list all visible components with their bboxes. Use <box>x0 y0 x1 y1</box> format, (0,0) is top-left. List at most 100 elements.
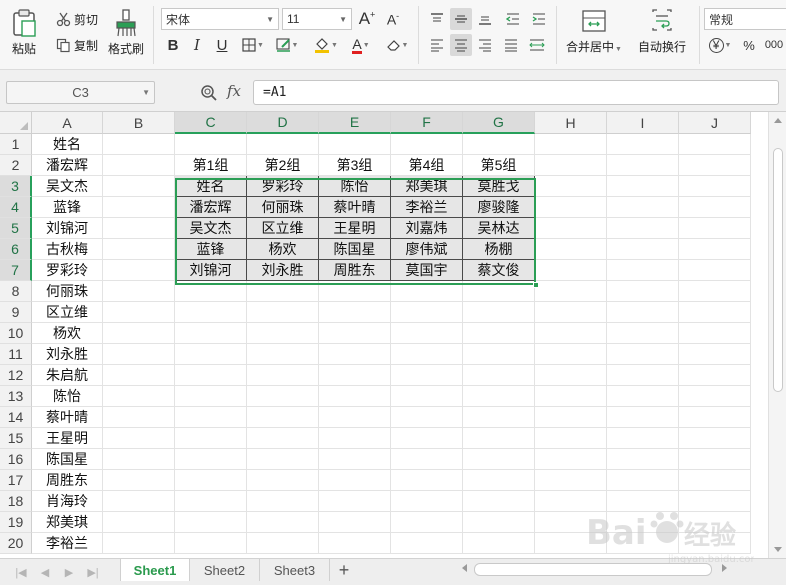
cell-i10[interactable] <box>607 323 679 344</box>
cell-f10[interactable] <box>391 323 463 344</box>
cell-j12[interactable] <box>679 365 751 386</box>
cell-j9[interactable] <box>679 302 751 323</box>
row-header-6[interactable]: 6 <box>0 239 32 260</box>
cell-g15[interactable] <box>463 428 535 449</box>
cell-i9[interactable] <box>607 302 679 323</box>
cell-c11[interactable] <box>175 344 247 365</box>
cell-b10[interactable] <box>103 323 175 344</box>
cell-d15[interactable] <box>247 428 319 449</box>
select-all-corner[interactable] <box>0 112 32 134</box>
cell-h19[interactable] <box>535 512 607 533</box>
cell-a20[interactable]: 李裕兰 <box>32 533 103 554</box>
cell-g18[interactable] <box>463 491 535 512</box>
cell-f16[interactable] <box>391 449 463 470</box>
cell-h9[interactable] <box>535 302 607 323</box>
align-top-button[interactable] <box>426 8 448 30</box>
cell-i14[interactable] <box>607 407 679 428</box>
row-header-14[interactable]: 14 <box>0 407 32 428</box>
cut-button[interactable]: 剪切 <box>56 11 98 28</box>
insert-function-button[interactable]: fx <box>227 82 241 100</box>
cell-j7[interactable] <box>679 260 751 281</box>
row-header-4[interactable]: 4 <box>0 197 32 218</box>
row-header-17[interactable]: 17 <box>0 470 32 491</box>
cell-a16[interactable]: 陈国星 <box>32 449 103 470</box>
next-sheet-icon[interactable]: ▶ <box>62 565 76 579</box>
cell-b20[interactable] <box>103 533 175 554</box>
scroll-right-arrow-icon[interactable] <box>722 564 727 572</box>
cell-b12[interactable] <box>103 365 175 386</box>
cell-c14[interactable] <box>175 407 247 428</box>
cell-d5[interactable]: 区立维 <box>247 218 319 239</box>
cell-a17[interactable]: 周胜东 <box>32 470 103 491</box>
cell-a18[interactable]: 肖海玲 <box>32 491 103 512</box>
cell-c16[interactable] <box>175 449 247 470</box>
cell-b8[interactable] <box>103 281 175 302</box>
increase-indent-button[interactable] <box>528 8 550 30</box>
cell-e3[interactable]: 陈怡 <box>319 176 391 197</box>
row-header-13[interactable]: 13 <box>0 386 32 407</box>
cell-f20[interactable] <box>391 533 463 554</box>
cell-j10[interactable] <box>679 323 751 344</box>
cell-f4[interactable]: 李裕兰 <box>391 197 463 218</box>
cell-i3[interactable] <box>607 176 679 197</box>
cell-g2[interactable]: 第5组 <box>463 155 535 176</box>
cell-g3[interactable]: 莫胜戈 <box>463 176 535 197</box>
row-header-5[interactable]: 5 <box>0 218 32 239</box>
cell-e9[interactable] <box>319 302 391 323</box>
cell-d4[interactable]: 何丽珠 <box>247 197 319 218</box>
font-name-select[interactable]: 宋体 ▼ <box>161 8 279 30</box>
cell-e16[interactable] <box>319 449 391 470</box>
cell-c3[interactable]: 姓名 <box>175 176 247 197</box>
row-header-10[interactable]: 10 <box>0 323 32 344</box>
column-header-f[interactable]: F <box>391 112 463 134</box>
cell-g13[interactable] <box>463 386 535 407</box>
cell-h8[interactable] <box>535 281 607 302</box>
cell-f12[interactable] <box>391 365 463 386</box>
row-header-8[interactable]: 8 <box>0 281 32 302</box>
decrease-indent-button[interactable] <box>502 8 524 30</box>
cell-c9[interactable] <box>175 302 247 323</box>
cell-d11[interactable] <box>247 344 319 365</box>
scroll-left-arrow-icon[interactable] <box>462 564 467 572</box>
cell-c17[interactable] <box>175 470 247 491</box>
cell-g10[interactable] <box>463 323 535 344</box>
cell-d3[interactable]: 罗彩玲 <box>247 176 319 197</box>
cell-i4[interactable] <box>607 197 679 218</box>
cell-d18[interactable] <box>247 491 319 512</box>
cell-c5[interactable]: 吴文杰 <box>175 218 247 239</box>
column-header-j[interactable]: J <box>679 112 751 134</box>
cell-g16[interactable] <box>463 449 535 470</box>
cell-d1[interactable] <box>247 134 319 155</box>
cell-b13[interactable] <box>103 386 175 407</box>
cell-e11[interactable] <box>319 344 391 365</box>
cell-h15[interactable] <box>535 428 607 449</box>
cell-c19[interactable] <box>175 512 247 533</box>
first-sheet-icon[interactable]: |◀ <box>14 565 28 579</box>
cell-j13[interactable] <box>679 386 751 407</box>
cell-e5[interactable]: 王星明 <box>319 218 391 239</box>
cell-d9[interactable] <box>247 302 319 323</box>
cell-b16[interactable] <box>103 449 175 470</box>
cell-g12[interactable] <box>463 365 535 386</box>
cell-i17[interactable] <box>607 470 679 491</box>
cell-j2[interactable] <box>679 155 751 176</box>
cell-i2[interactable] <box>607 155 679 176</box>
align-right-button[interactable] <box>474 34 496 56</box>
formula-input[interactable]: =A1 <box>253 80 779 105</box>
cell-f2[interactable]: 第4组 <box>391 155 463 176</box>
cell-g20[interactable] <box>463 533 535 554</box>
cell-j20[interactable] <box>679 533 751 554</box>
cell-i18[interactable] <box>607 491 679 512</box>
vertical-scrollbar[interactable] <box>768 112 786 558</box>
cell-j6[interactable] <box>679 239 751 260</box>
cell-c6[interactable]: 蓝锋 <box>175 239 247 260</box>
row-header-16[interactable]: 16 <box>0 449 32 470</box>
row-header-7[interactable]: 7 <box>0 260 32 281</box>
font-color-button[interactable]: A ▼ <box>346 34 376 56</box>
row-header-12[interactable]: 12 <box>0 365 32 386</box>
underline-button[interactable]: U <box>211 34 233 56</box>
cell-c8[interactable] <box>175 281 247 302</box>
cell-e14[interactable] <box>319 407 391 428</box>
cell-c12[interactable] <box>175 365 247 386</box>
cell-h12[interactable] <box>535 365 607 386</box>
